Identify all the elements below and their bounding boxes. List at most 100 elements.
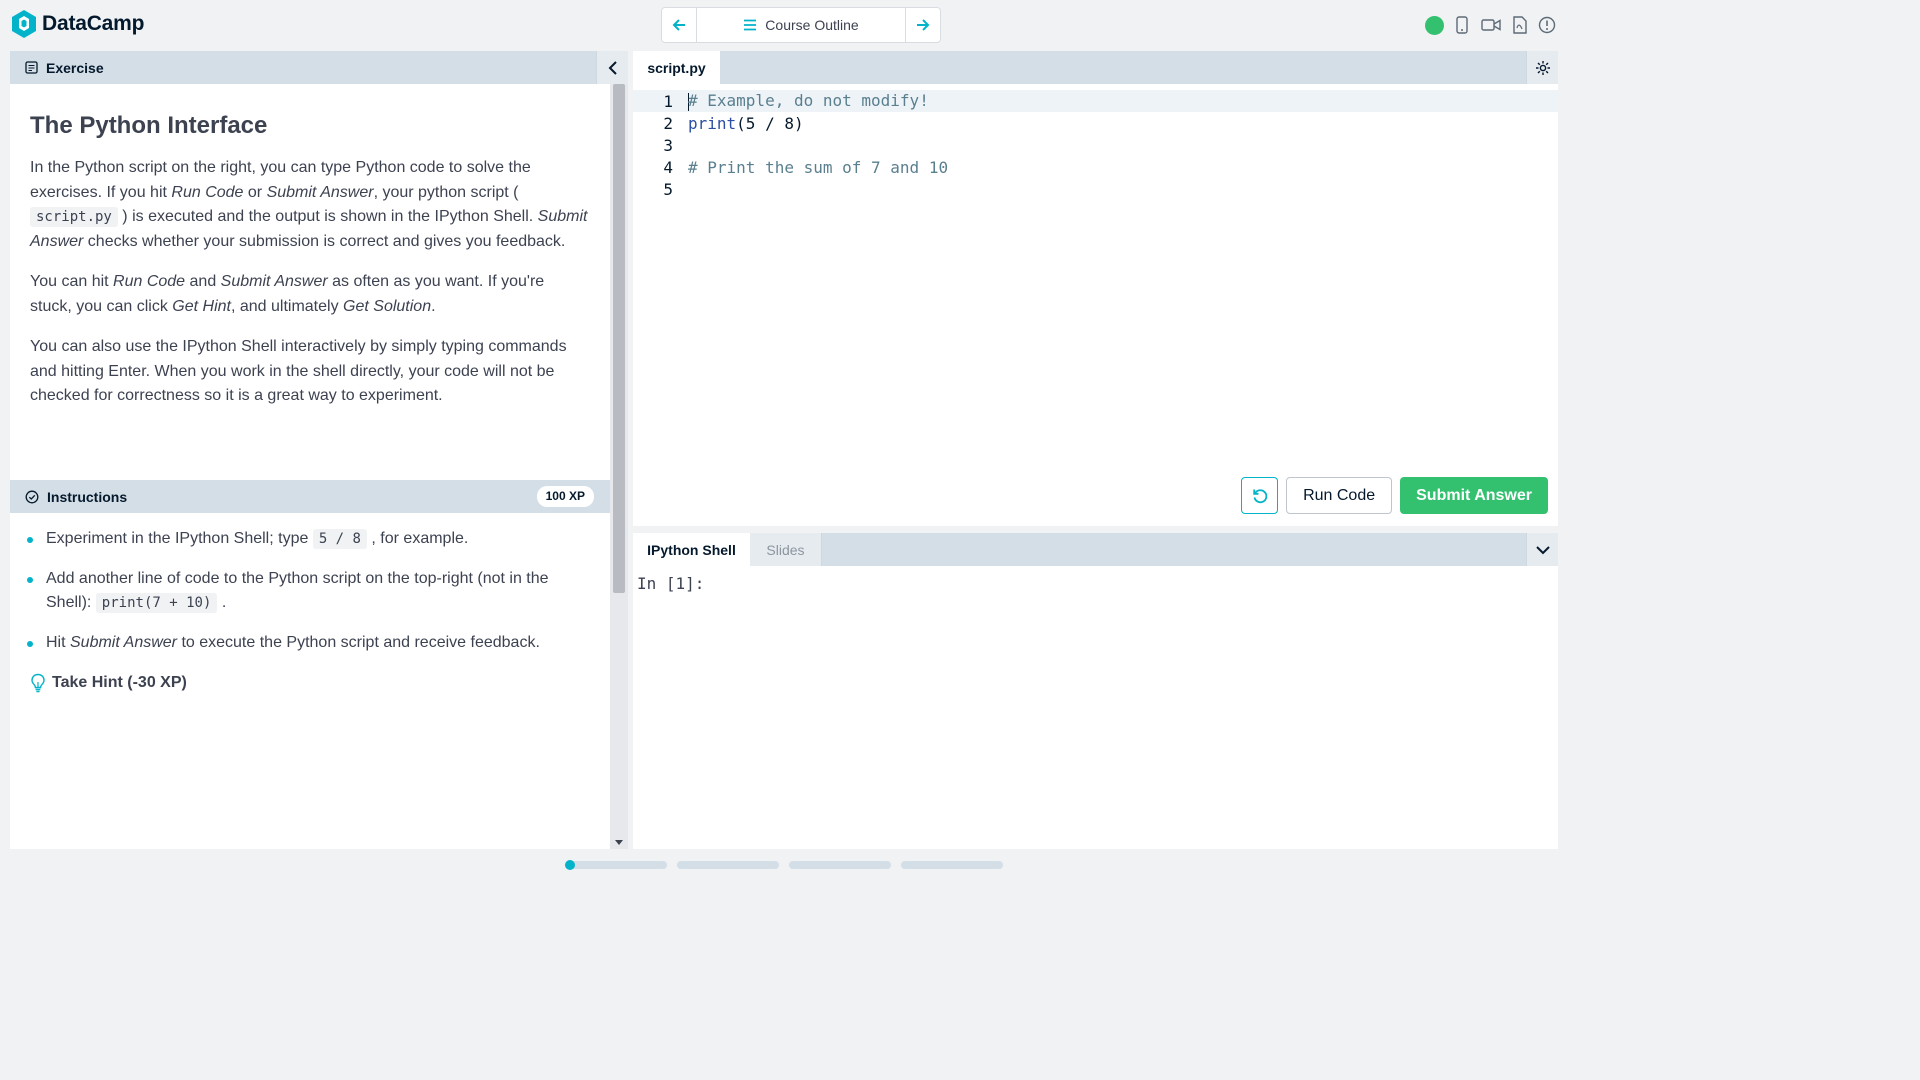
logo-text: DataCamp [42, 12, 145, 35]
instruction-item: Hit Submit Answer to execute the Python … [25, 631, 595, 656]
editor-tab-bar: script.py [633, 51, 1558, 84]
gear-icon [1535, 60, 1550, 75]
emphasis: Submit Answer [266, 183, 374, 201]
text: You can hit [30, 273, 114, 290]
slides-pdf-button[interactable] [1511, 15, 1529, 35]
alert-circle-icon [1538, 16, 1556, 34]
text: . [431, 297, 436, 315]
line-number: 4 [663, 158, 673, 178]
run-code-button[interactable]: Run Code [1286, 477, 1393, 514]
exercise-paragraph-2: You can hit Run Code and Submit Answer a… [30, 270, 590, 319]
datacamp-logo-icon [12, 10, 36, 38]
emphasis: Get Solution [343, 297, 432, 315]
line-number: 2 [663, 113, 673, 133]
previous-exercise-button[interactable] [662, 8, 696, 42]
shell-prompt[interactable]: In [1]: [637, 574, 704, 593]
tab-ipython-shell[interactable]: IPython Shell [633, 533, 750, 566]
code-line[interactable]: 4 # Print the sum of 7 and 10 [633, 157, 1558, 179]
line-number: 5 [663, 180, 673, 200]
inline-code: print(7 + 10) [95, 593, 218, 614]
exercise-progress [565, 860, 1003, 870]
video-camera-icon [1481, 19, 1501, 31]
emphasis: Run Code [113, 273, 186, 290]
inline-code: 5 / 8 [312, 529, 367, 549]
course-navigation: Course Outline [661, 7, 941, 43]
text: . [217, 594, 227, 612]
code-text: # Example, do not modify! [675, 91, 929, 111]
progress-step[interactable] [789, 861, 891, 869]
submit-answer-button[interactable]: Submit Answer [1400, 477, 1548, 514]
exercise-header-label: Exercise [46, 59, 104, 76]
arrow-left-icon [672, 19, 685, 31]
report-issue-button[interactable] [1538, 15, 1556, 35]
menu-icon [744, 19, 757, 31]
emphasis: Submit Answer [220, 273, 328, 290]
scrollbar[interactable] [610, 84, 628, 849]
comment-text: # Example, do not modify! [688, 91, 929, 111]
line-number: 3 [663, 135, 673, 155]
take-hint-button[interactable]: Take Hint (-30 XP) [30, 673, 187, 693]
datacamp-logo[interactable]: DataCamp [10, 9, 144, 39]
exercise-header: Exercise [10, 51, 628, 84]
tab-slides[interactable]: Slides [750, 533, 822, 566]
instruction-item: Add another line of code to the Python s… [25, 567, 595, 616]
collapse-shell-button[interactable] [1526, 533, 1558, 566]
progress-step[interactable] [901, 861, 1003, 869]
chevron-left-icon [608, 60, 617, 75]
video-button[interactable] [1480, 15, 1502, 35]
inline-code: script.py [30, 207, 118, 228]
arrow-right-icon [917, 19, 930, 31]
text: checks whether your submission is correc… [83, 232, 566, 250]
progress-fill [565, 860, 575, 870]
code-text: print(5 / 8) [675, 114, 804, 133]
lightbulb-icon [31, 673, 45, 693]
reset-icon [1252, 488, 1267, 503]
exercise-content[interactable]: The Python Interface In the Python scrip… [10, 84, 610, 849]
function-name: print [688, 113, 737, 133]
next-exercise-button[interactable] [906, 8, 940, 42]
exercise-paragraph-1: In the Python script on the right, you c… [30, 156, 590, 254]
emphasis: Submit Answer [70, 633, 177, 651]
emphasis: Run Code [171, 183, 244, 201]
course-outline-label: Course Outline [765, 17, 859, 33]
text: , and ultimately [230, 297, 344, 315]
code-area[interactable]: 1 # Example, do not modify! 2 print(5 / … [633, 90, 1558, 201]
course-outline-button[interactable]: Course Outline [696, 8, 906, 42]
check-circle-icon [25, 490, 39, 503]
scroll-down-arrow-icon[interactable] [615, 840, 623, 845]
progress-step[interactable] [565, 860, 667, 870]
instructions-list: Experiment in the IPython Shell; type 5 … [25, 527, 595, 670]
code-line[interactable]: 3 [633, 134, 1558, 156]
shell-panel: IPython Shell Slides In [1]: [633, 533, 1558, 849]
shell-tab-bar: IPython Shell Slides [633, 533, 1558, 566]
instructions-header: Instructions 100 XP [10, 480, 610, 513]
xp-badge: 100 XP [536, 486, 594, 507]
instructions-label: Instructions [47, 488, 128, 505]
tab-script-py[interactable]: script.py [633, 51, 720, 84]
text: or [243, 183, 267, 201]
text: ) is executed and the output is shown in… [117, 208, 538, 226]
progress-step[interactable] [677, 861, 779, 869]
text: , your python script ( [373, 183, 519, 201]
text: to execute the Python script and receive… [177, 633, 540, 651]
top-toolbar [1425, 15, 1556, 35]
mobile-icon [1456, 16, 1468, 34]
editor-settings-button[interactable] [1526, 51, 1558, 84]
reset-code-button[interactable] [1241, 477, 1279, 514]
code-text: # Print the sum of 7 and 10 [688, 158, 949, 178]
text: , for example. [366, 530, 469, 547]
emphasis: Get Hint [172, 297, 231, 315]
mobile-button[interactable] [1453, 15, 1471, 35]
take-hint-label: Take Hint (-30 XP) [52, 674, 187, 691]
code-line[interactable]: 1 # Example, do not modify! [633, 90, 1558, 113]
line-number: 1 [663, 91, 673, 111]
top-bar: DataCamp Course Outline [0, 0, 1568, 50]
code-line[interactable]: 5 [633, 179, 1558, 201]
text: Experiment in the IPython Shell; type [46, 530, 313, 547]
pdf-file-icon [1513, 16, 1527, 34]
code-line[interactable]: 2 print(5 / 8) [633, 112, 1558, 134]
code-editor-panel: script.py 1 # Example, do not modify! 2 … [633, 51, 1558, 526]
document-icon [25, 61, 38, 74]
collapse-panel-button[interactable] [596, 51, 628, 84]
scrollbar-thumb[interactable] [613, 84, 625, 593]
